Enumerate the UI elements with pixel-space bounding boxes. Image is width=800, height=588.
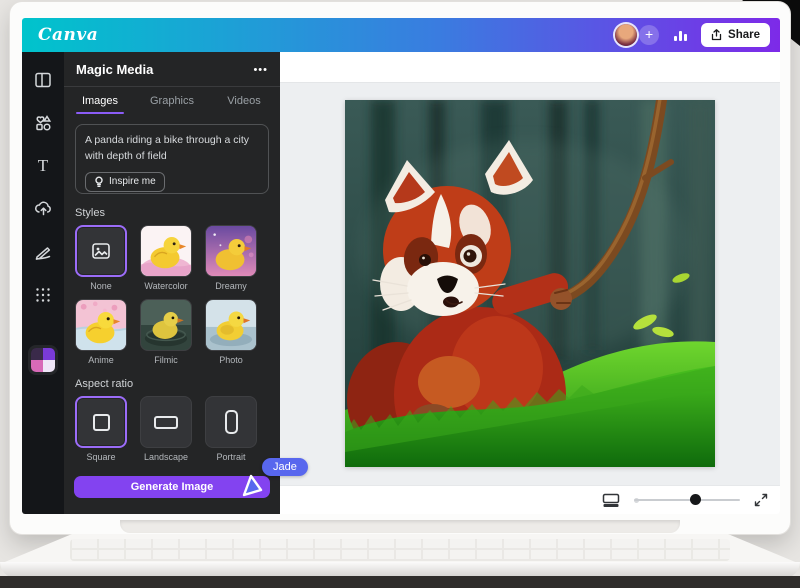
zoom-slider[interactable] [634,493,740,507]
filmic-duck-thumb [141,300,191,350]
magic-media-panel: Magic Media ••• Images Graphics Videos A… [64,52,280,514]
share-icon [711,29,722,41]
inspire-me-button[interactable]: Inspire me [85,172,165,192]
editor-area [280,52,780,514]
image-placeholder-icon [91,241,111,261]
style-labels-row2: Anime Filmic Photo [75,351,269,365]
anime-duck-thumb [76,300,126,350]
style-label: Photo [205,355,257,365]
watercolor-duck-thumb [141,226,191,276]
style-labels-row1: None Watercolor Dreamy [75,277,269,291]
draw-icon [34,243,52,261]
style-dreamy[interactable] [205,225,257,277]
aspect-labels: Square Landscape Portrait [75,448,269,462]
style-filmic[interactable] [140,299,192,351]
canva-topbar: Canva + Share [22,18,780,52]
laptop-hinge [120,520,680,533]
laptop-screen: Canva + Share [22,18,780,514]
aspect-ratio-options [75,396,269,448]
editor-toolbar [280,52,780,82]
style-label: None [75,281,127,291]
tab-graphics[interactable]: Graphics [136,87,208,114]
cloud-upload-icon [34,199,53,218]
magic-media-icon [31,348,43,360]
panel-menu-button[interactable]: ••• [253,64,268,76]
slider-knob[interactable] [690,494,701,505]
dreamy-duck-thumb [206,226,256,276]
aspect-portrait[interactable] [205,396,257,448]
sidebar-item-elements[interactable] [25,101,61,144]
zoom-bottombar [280,485,780,514]
red-panda-illustration [345,100,715,467]
aspect-landscape[interactable] [140,396,192,448]
aspect-label: Square [75,452,127,462]
laptop-keys [70,539,730,561]
insights-icon[interactable] [667,24,693,46]
sidebar-item-text[interactable]: T [25,144,61,187]
elements-icon [34,114,52,132]
style-label: Watercolor [140,281,192,291]
share-label: Share [728,29,760,41]
style-none[interactable] [75,225,127,277]
aspect-ratio-heading: Aspect ratio [75,378,269,390]
aspect-label: Landscape [140,452,192,462]
apps-grid-icon [35,287,51,303]
tab-videos[interactable]: Videos [208,87,280,114]
prompt-text: A panda riding a bike through a city wit… [85,133,259,165]
design-icon [34,71,52,89]
cursor-pointer-icon [240,471,266,499]
pages-view-icon[interactable] [602,493,620,508]
style-label: Filmic [140,355,192,365]
style-watercolor[interactable] [140,225,192,277]
table-surface [0,576,800,588]
square-icon [93,414,110,431]
portrait-icon [225,410,238,434]
avatar[interactable] [615,24,637,46]
add-collaborator-button[interactable]: + [639,25,659,45]
sidebar-item-draw[interactable] [25,230,61,273]
laptop-keyboard-deck [0,534,800,564]
fullscreen-icon[interactable] [754,493,768,507]
style-photo[interactable] [205,299,257,351]
aspect-label: Portrait [205,452,257,462]
styles-heading: Styles [75,207,269,219]
style-options-row1 [75,225,269,277]
tab-images[interactable]: Images [64,87,136,114]
style-label: Dreamy [205,281,257,291]
canva-logo: Canva [38,25,98,45]
share-button[interactable]: Share [701,23,770,47]
style-options-row2 [75,299,269,351]
sidebar-item-magic-media[interactable] [31,348,55,372]
photo-duck-thumb [206,300,256,350]
aspect-square[interactable] [75,396,127,448]
lightbulb-icon [94,176,104,188]
sidebar-item-design[interactable] [25,58,61,101]
sidebar-item-apps[interactable] [25,273,61,316]
prompt-input[interactable]: A panda riding a bike through a city wit… [75,124,269,194]
slider-track[interactable] [634,499,740,501]
style-label: Anime [75,355,127,365]
media-type-tabs: Images Graphics Videos [64,87,280,114]
sidebar: T [22,52,64,514]
style-anime[interactable] [75,299,127,351]
landscape-icon [154,416,178,429]
sidebar-item-uploads[interactable] [25,187,61,230]
collaborator-name-badge: Jade [262,458,308,476]
generated-image-red-panda[interactable] [345,100,715,467]
panel-title: Magic Media [76,62,153,77]
